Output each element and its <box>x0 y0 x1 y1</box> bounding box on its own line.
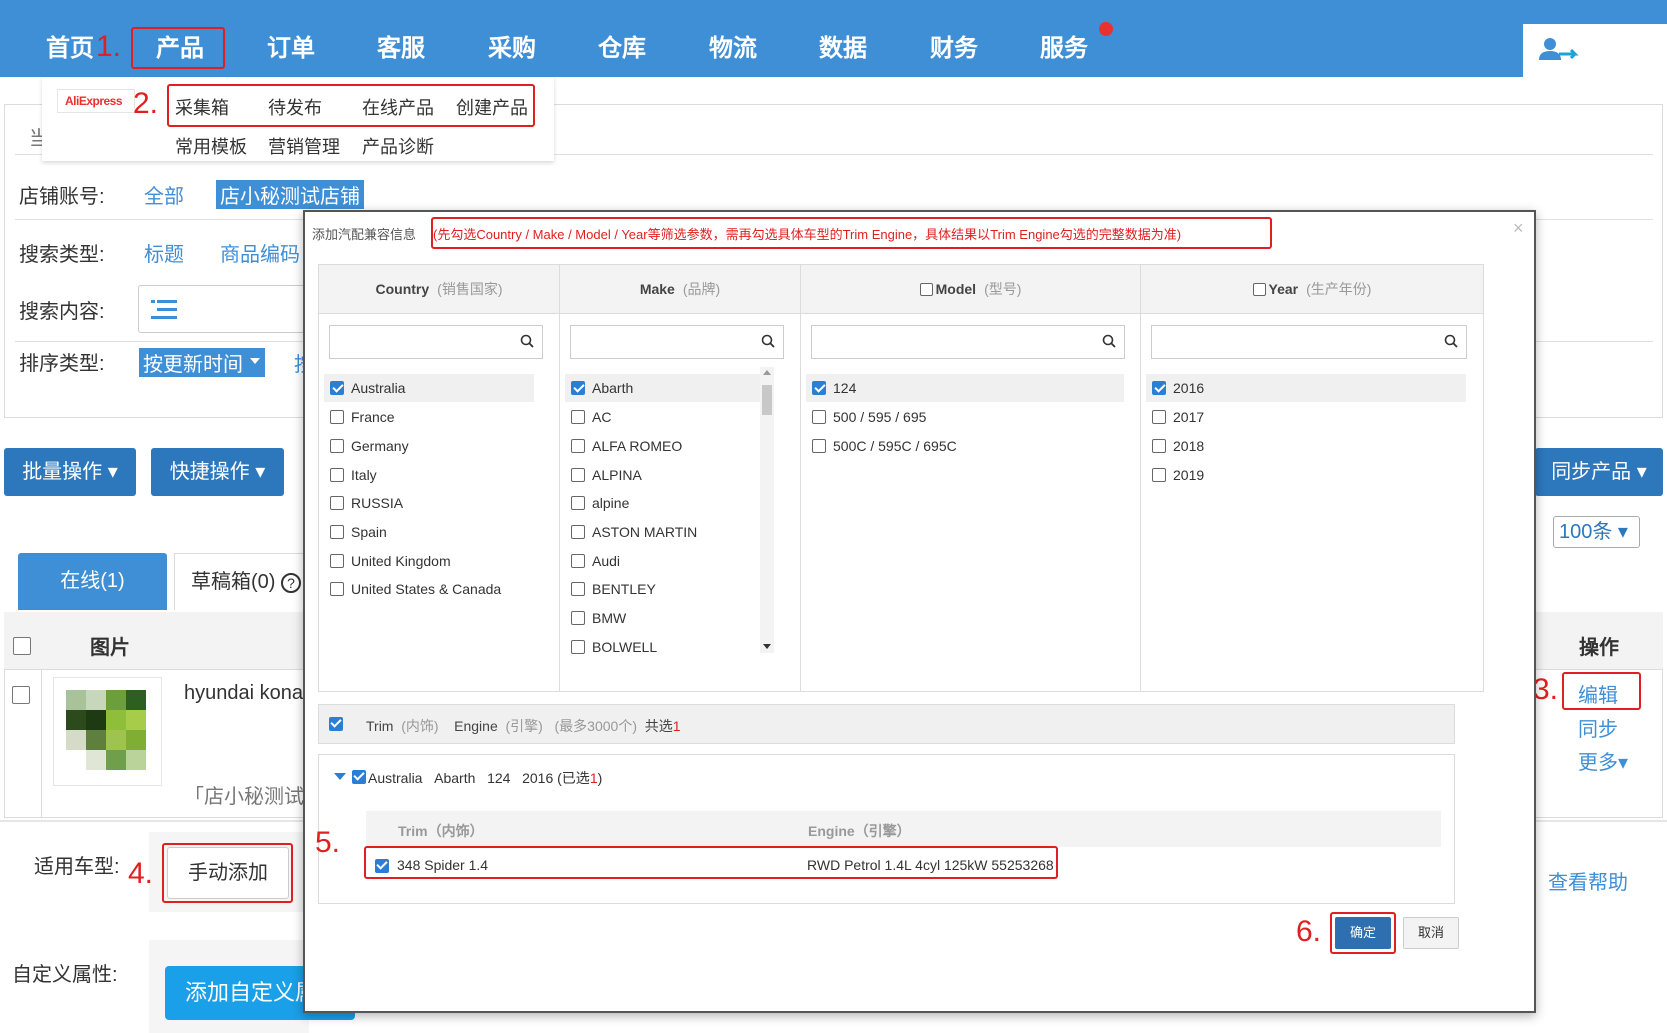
list-icon <box>151 300 177 319</box>
scroll-down-icon[interactable] <box>763 644 771 649</box>
step-1-label: 1. <box>96 30 122 63</box>
page-size-select[interactable]: 100条 ▾ <box>1553 516 1640 548</box>
model-search-input[interactable] <box>811 325 1125 359</box>
detail-table-header: Trim（内饰） Engine（引擎） <box>366 811 1441 847</box>
sort-selected[interactable]: 按更新时间 <box>139 348 265 377</box>
step-5-label: 5. <box>315 826 341 859</box>
country-column: Country (销售国家) Australia France Germany I… <box>318 264 560 692</box>
highlight-hint <box>431 217 1272 249</box>
user-icon <box>1539 38 1579 60</box>
step-6-label: 6. <box>1296 915 1322 948</box>
year-search-input[interactable] <box>1151 325 1467 359</box>
subnav-marketing[interactable]: 营销管理 <box>268 133 340 159</box>
highlight-manual-add <box>162 843 293 903</box>
model-header: Model (型号) <box>801 265 1140 314</box>
step-4-label: 4. <box>128 857 154 890</box>
model-option-124[interactable]: 124 <box>806 374 1124 402</box>
year-option-2016[interactable]: 2016 <box>1146 374 1466 402</box>
make-option-abarth[interactable]: Abarth <box>565 374 760 402</box>
model-select-all-checkbox[interactable] <box>919 283 933 296</box>
make-scrollbar[interactable] <box>760 367 774 653</box>
quick-operation-button[interactable]: 快捷操作 ▾ <box>151 448 284 496</box>
trim-engine-bar: Trim (内饰) Engine (引擎) (最多3000个) 共选1 <box>318 704 1455 744</box>
select-all-checkbox[interactable] <box>13 637 31 655</box>
shop-selected[interactable]: 店小秘测试店铺 <box>216 180 364 209</box>
nav-home[interactable]: 首页 <box>46 28 94 63</box>
shop-all-link[interactable]: 全部 <box>144 180 184 209</box>
vehicle-compat-modal: 添加汽配兼容信息 (先勾选Country / Make / Model / Ye… <box>303 210 1536 1013</box>
caret-down-icon <box>250 358 260 364</box>
user-menu[interactable] <box>1523 24 1667 77</box>
product-image <box>66 690 146 770</box>
make-column: Make (品牌) Abarth AC ALFA ROMEO ALPINA alp… <box>559 264 801 692</box>
sync-products-button[interactable]: 同步产品 ▾ <box>1535 448 1663 496</box>
collapse-caret-icon[interactable] <box>334 773 346 780</box>
help-link[interactable]: 查看帮助 <box>1548 866 1628 895</box>
close-icon[interactable]: × <box>1513 218 1524 239</box>
sort-type-label: 排序类型: <box>19 353 105 375</box>
year-column: Year (生产年份) 2016 2017 2018 2019 <box>1140 264 1484 692</box>
nav-logistics[interactable]: 物流 <box>709 28 757 63</box>
highlight-detail-row <box>364 846 1058 879</box>
search-icon <box>761 334 775 348</box>
custom-attr-label: 自定义属性: <box>12 964 118 986</box>
group-summary: Australia Abarth 124 2016 (已选1) <box>368 770 603 786</box>
notification-dot <box>1099 22 1113 36</box>
search-type-code[interactable]: 商品编码 <box>220 238 300 267</box>
year-select-all-checkbox[interactable] <box>1252 283 1266 296</box>
country-option-australia[interactable]: Australia <box>324 374 534 402</box>
search-icon <box>1102 334 1116 348</box>
sync-link[interactable]: 同步 <box>1578 713 1618 742</box>
highlight-confirm <box>1330 912 1396 954</box>
trim-select-all-checkbox[interactable] <box>329 717 343 731</box>
country-search-input[interactable] <box>329 325 543 359</box>
search-content-label: 搜索内容: <box>19 301 105 323</box>
modal-title: 添加汽配兼容信息 <box>312 227 417 242</box>
subnav-diagnosis[interactable]: 产品诊断 <box>362 133 434 159</box>
help-icon[interactable]: ? <box>281 573 302 593</box>
search-icon <box>520 334 534 348</box>
nav-customer-service[interactable]: 客服 <box>377 28 425 63</box>
make-header: Make (品牌) <box>560 265 800 314</box>
cancel-button[interactable]: 取消 <box>1403 917 1459 949</box>
highlight-nav-products <box>131 27 225 69</box>
nav-finance[interactable]: 财务 <box>930 28 978 63</box>
top-nav: 首页 产品 订单 客服 采购 仓库 物流 数据 财务 服务 <box>0 0 1667 77</box>
shop-account-label: 店铺账号: <box>19 186 105 208</box>
highlight-subnav <box>167 84 535 127</box>
product-thumbnail[interactable] <box>53 677 162 786</box>
highlight-edit <box>1562 672 1641 710</box>
nav-warehouse[interactable]: 仓库 <box>598 28 646 63</box>
search-type-title[interactable]: 标题 <box>144 238 184 267</box>
scroll-up-icon[interactable] <box>763 370 771 375</box>
selected-detail-box: Australia Abarth 124 2016 (已选1) Trim（内饰）… <box>318 754 1455 904</box>
search-icon <box>1444 334 1458 348</box>
nav-data[interactable]: 数据 <box>819 28 867 63</box>
subnav-templates[interactable]: 常用模板 <box>175 133 247 159</box>
col-action: 操作 <box>1579 637 1619 659</box>
nav-orders[interactable]: 订单 <box>267 28 315 63</box>
make-search-input[interactable] <box>570 325 784 359</box>
tab-online[interactable]: 在线(1) <box>18 553 167 610</box>
tab-draft[interactable]: 草稿箱(0) ? <box>174 553 304 610</box>
row-checkbox[interactable] <box>12 686 30 704</box>
group-checkbox[interactable] <box>352 770 366 784</box>
country-header: Country (销售国家) <box>319 265 559 314</box>
batch-operation-button[interactable]: 批量操作 ▾ <box>4 448 136 496</box>
search-content-input[interactable] <box>138 285 328 333</box>
nav-services[interactable]: 服务 <box>1040 28 1088 63</box>
trim-engine-summary: Trim (内饰) Engine (引擎) (最多3000个) 共选1 <box>366 718 681 734</box>
vehicle-label: 适用车型: <box>34 856 120 878</box>
product-title[interactable]: hyundai kona <box>184 682 303 705</box>
product-shop: 「店小秘测试 <box>184 786 304 808</box>
search-type-label: 搜索类型: <box>19 244 105 266</box>
more-link[interactable]: 更多▾ <box>1578 746 1628 775</box>
aliexpress-logo: AliExpress <box>57 89 135 113</box>
model-column: Model (型号) 124 500 / 595 / 695 500C / 595… <box>800 264 1141 692</box>
step-2-label: 2. <box>133 87 159 120</box>
year-header: Year (生产年份) <box>1141 265 1483 314</box>
col-image: 图片 <box>90 637 130 659</box>
step-3-label: 3. <box>1533 673 1559 706</box>
nav-purchase[interactable]: 采购 <box>488 28 536 63</box>
